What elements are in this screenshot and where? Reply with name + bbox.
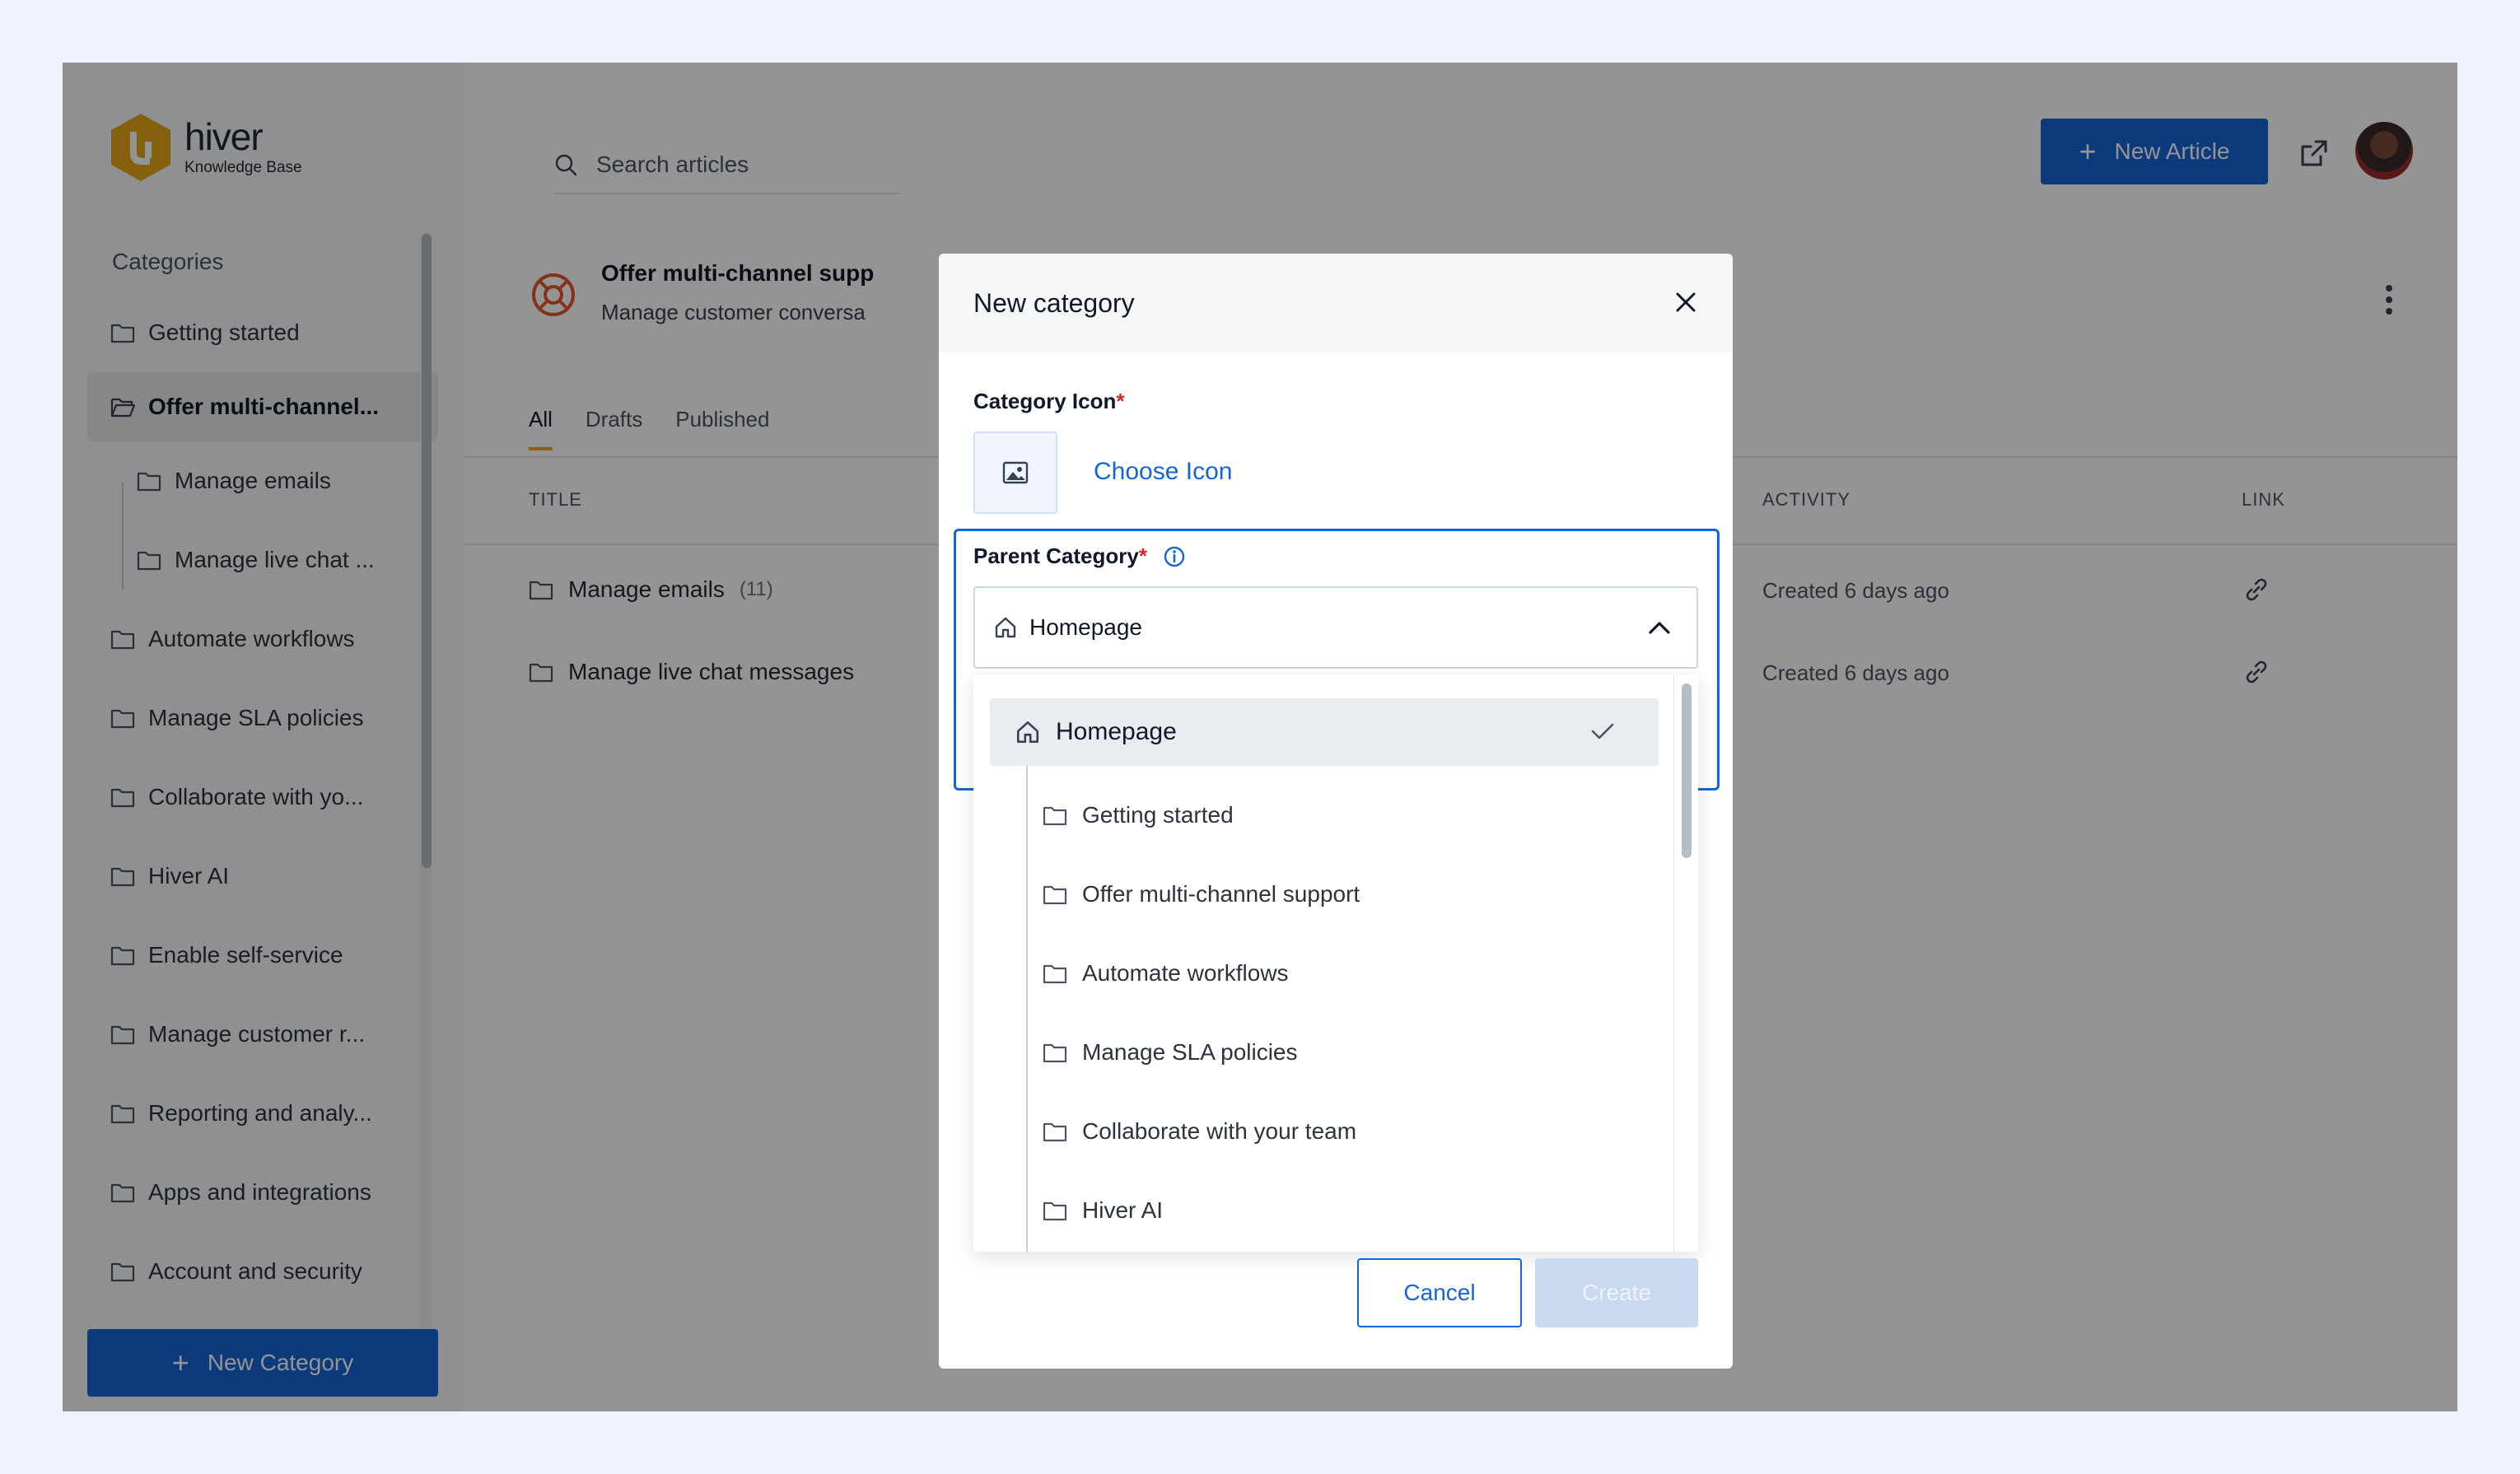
folder-icon <box>1043 806 1067 826</box>
folder-icon <box>1043 1201 1067 1221</box>
option-label: Offer multi-channel support <box>1082 881 1360 907</box>
dropdown-option[interactable]: Hiver AI <box>1043 1178 1163 1243</box>
chevron-up-icon <box>1649 622 1670 634</box>
required-mark: * <box>1116 389 1125 413</box>
option-label: Manage SLA policies <box>1082 1039 1298 1065</box>
app-window: hiver Knowledge Base Categories Getting … <box>63 63 2457 1411</box>
option-label: Homepage <box>1056 718 1177 745</box>
cancel-button[interactable]: Cancel <box>1357 1258 1522 1327</box>
folder-icon <box>1043 1043 1067 1063</box>
dropdown-scroll-thumb[interactable] <box>1682 683 1692 858</box>
new-category-dialog: New category Category Icon* Choose Icon … <box>939 254 1733 1369</box>
dropdown-option[interactable]: Offer multi-channel support <box>1043 861 1360 927</box>
option-label: Collaborate with your team <box>1082 1118 1357 1144</box>
option-label: Getting started <box>1082 802 1234 828</box>
parent-category-label: Parent Category * <box>973 543 1187 569</box>
tree-connector <box>1026 766 1028 1252</box>
icon-preview[interactable] <box>973 431 1057 514</box>
option-label: Hiver AI <box>1082 1197 1164 1223</box>
dropdown-option[interactable]: Manage SLA policies <box>1043 1019 1298 1085</box>
dialog-header: New category <box>939 254 1733 352</box>
parent-category-select[interactable]: Homepage <box>973 586 1698 669</box>
dropdown-option[interactable]: Automate workflows <box>1043 940 1289 1006</box>
dropdown-option[interactable]: Getting started <box>1043 782 1234 848</box>
select-value: Homepage <box>1029 614 1142 640</box>
create-button[interactable]: Create <box>1535 1258 1698 1327</box>
folder-icon <box>1043 885 1067 905</box>
dropdown-option[interactable]: Collaborate with your team <box>1043 1099 1356 1164</box>
dialog-title: New category <box>973 287 1135 318</box>
required-mark: * <box>1138 543 1147 568</box>
folder-icon <box>1043 964 1067 984</box>
info-icon[interactable] <box>1162 544 1187 569</box>
option-label: Automate workflows <box>1082 960 1289 986</box>
close-icon[interactable] <box>1672 288 1700 316</box>
check-icon <box>1591 723 1614 739</box>
choose-icon-link[interactable]: Choose Icon <box>1094 458 1232 486</box>
home-icon <box>1016 721 1039 744</box>
home-icon <box>995 617 1016 638</box>
dropdown-option-homepage[interactable]: Homepage <box>990 698 1659 766</box>
folder-icon <box>1043 1122 1067 1142</box>
category-icon-label: Category Icon* <box>973 389 1125 414</box>
parent-category-dropdown: Homepage Getting started Offer multi-cha… <box>973 675 1698 1252</box>
image-icon <box>1002 461 1029 484</box>
parent-category-label-text: Parent Category <box>973 543 1139 568</box>
category-icon-label-text: Category Icon <box>973 389 1117 413</box>
